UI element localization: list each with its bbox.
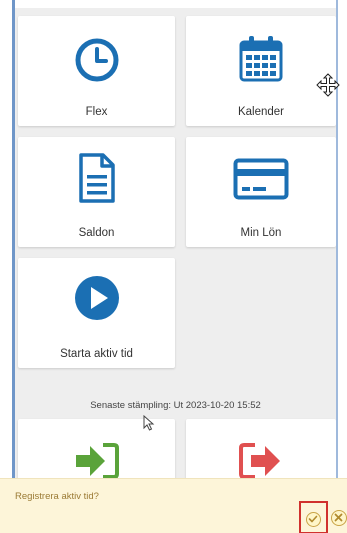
calendar-icon — [239, 36, 283, 82]
prompt-question: Registrera aktiv tid? — [15, 491, 99, 502]
prompt-bar: Registrera aktiv tid? — [0, 478, 347, 533]
tile-label: Kalender — [237, 106, 285, 118]
clock-icon — [75, 38, 118, 82]
tile-label: Saldon — [78, 227, 115, 239]
play-icon — [74, 276, 119, 320]
window-top-edge — [0, 0, 347, 8]
check-circle — [306, 512, 321, 527]
tile-flex[interactable]: Flex — [18, 16, 175, 126]
tile-calendar[interactable]: Kalender — [186, 16, 336, 126]
cancel-button[interactable] — [331, 510, 347, 526]
tile-label: Flex — [85, 106, 108, 118]
app-content: Flex Kalender Saldon Min Lön Starta akti… — [15, 8, 336, 533]
tile-starta-aktiv-tid[interactable]: Starta aktiv tid — [18, 258, 175, 368]
document-icon — [78, 153, 115, 203]
sign-out-icon — [239, 443, 280, 479]
check-icon — [308, 515, 318, 523]
confirm-button[interactable] — [299, 501, 328, 533]
last-stamp-status: Senaste stämpling: Ut 2023-10-20 15:52 — [90, 400, 261, 411]
sign-in-icon — [75, 443, 119, 479]
tile-saldon[interactable]: Saldon — [18, 137, 175, 247]
credit-card-icon — [233, 158, 289, 200]
close-icon — [334, 513, 343, 522]
tile-min-lon[interactable]: Min Lön — [186, 137, 336, 247]
window-right-border — [336, 0, 338, 533]
tile-label: Starta aktiv tid — [60, 348, 133, 360]
tile-label: Min Lön — [240, 227, 282, 239]
